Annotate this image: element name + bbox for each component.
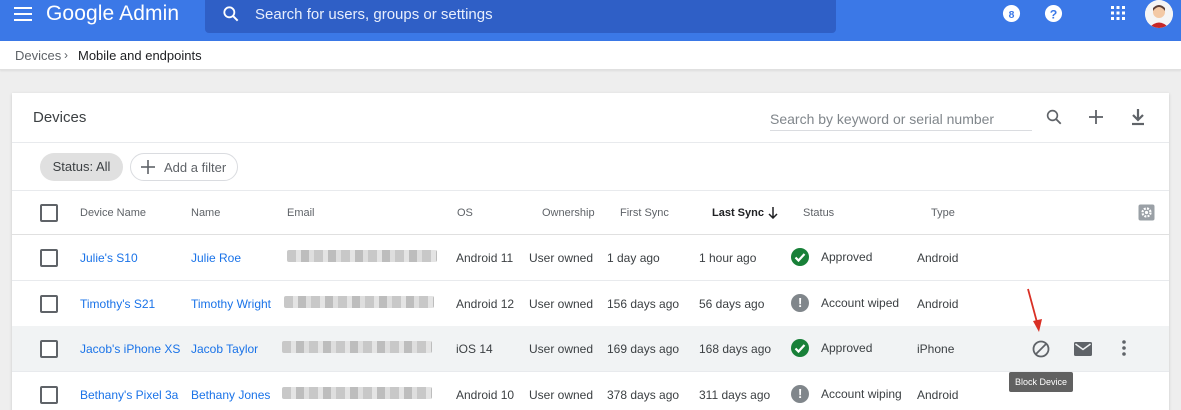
table-row[interactable]: Julie's S10 Julie Roe Android 11 User ow…: [12, 235, 1169, 281]
header-type[interactable]: Type: [931, 207, 955, 219]
breadcrumb-devices-link[interactable]: Devices: [15, 48, 61, 63]
table-header: Device Name Name Email OS Ownership Firs…: [12, 190, 1169, 235]
last-sync-cell: 311 days ago: [699, 388, 771, 402]
warning-circle-icon: [791, 294, 809, 312]
last-sync-cell: 1 hour ago: [699, 251, 757, 265]
ownership-cell: User owned: [529, 297, 594, 311]
device-name-link[interactable]: Julie's S10: [80, 251, 138, 265]
header-name[interactable]: Name: [191, 207, 220, 219]
download-icon[interactable]: [1130, 108, 1146, 126]
last-sync-cell: 168 days ago: [699, 342, 772, 356]
breadcrumb: Devices › Mobile and endpoints: [0, 41, 1181, 70]
check-circle-icon: [791, 248, 809, 266]
os-cell: Android 11: [456, 251, 514, 265]
select-all-checkbox[interactable]: [40, 204, 58, 222]
svg-text:8: 8: [1009, 10, 1015, 21]
keyword-search-input[interactable]: Search by keyword or serial number: [770, 109, 1032, 131]
add-filter-label: Add a filter: [164, 160, 227, 175]
user-name-link[interactable]: Julie Roe: [191, 251, 241, 265]
first-sync-cell: 169 days ago: [607, 342, 680, 356]
type-cell: Android: [917, 388, 959, 402]
search-icon[interactable]: [1045, 108, 1063, 126]
top-app-bar: Google Admin Search for users, groups or…: [0, 0, 1181, 41]
ownership-cell: User owned: [529, 342, 594, 356]
last-sync-cell: 56 days ago: [699, 297, 765, 311]
keyword-search-placeholder: Search by keyword or serial number: [770, 111, 995, 127]
devices-card: Devices Search by keyword or serial numb…: [12, 93, 1169, 410]
header-email[interactable]: Email: [287, 207, 315, 219]
ownership-cell: User owned: [529, 388, 594, 402]
email-icon[interactable]: [1074, 342, 1092, 356]
device-name-link[interactable]: Timothy's S21: [80, 297, 155, 311]
global-search-input[interactable]: Search for users, groups or settings: [205, 0, 836, 33]
first-sync-cell: 1 day ago: [607, 251, 660, 265]
menu-icon[interactable]: [14, 7, 32, 21]
type-cell: Android: [917, 251, 959, 265]
breadcrumb-current: Mobile and endpoints: [78, 48, 202, 63]
block-icon[interactable]: [1032, 340, 1050, 358]
search-icon: [223, 6, 239, 22]
table-row[interactable]: Bethany's Pixel 3a Bethany Jones Android…: [12, 372, 1169, 410]
header-first-sync[interactable]: First Sync: [620, 207, 669, 219]
os-cell: iOS 14: [456, 342, 493, 356]
check-circle-icon: [791, 339, 809, 357]
chevron-right-icon: ›: [64, 48, 68, 62]
avatar-image: [1145, 0, 1173, 28]
email-redacted: [282, 341, 432, 353]
header-os[interactable]: OS: [457, 207, 473, 219]
email-redacted: [282, 387, 432, 399]
user-name-link[interactable]: Bethany Jones: [191, 388, 270, 402]
search-placeholder: Search for users, groups or settings: [255, 6, 493, 23]
row-checkbox[interactable]: [40, 249, 58, 267]
os-cell: Android 10: [456, 388, 515, 402]
warning-circle-icon: [791, 385, 809, 403]
apps-grid-icon[interactable]: [1111, 6, 1125, 20]
device-name-link[interactable]: Bethany's Pixel 3a: [80, 388, 178, 402]
row-checkbox[interactable]: [40, 340, 58, 358]
block-device-tooltip: Block Device: [1009, 372, 1073, 392]
status-cell: Approved: [821, 250, 873, 264]
user-name-link[interactable]: Timothy Wright: [191, 297, 271, 311]
os-cell: Android 12: [456, 297, 515, 311]
email-redacted: [287, 250, 437, 262]
table-row[interactable]: Timothy's S21 Timothy Wright Android 12 …: [12, 281, 1169, 327]
table-row[interactable]: Jacob's iPhone XS Jacob Taylor iOS 14 Us…: [12, 326, 1169, 372]
more-vert-icon[interactable]: [1122, 340, 1126, 356]
app-title[interactable]: Google Admin: [46, 2, 179, 26]
help-badge-icon[interactable]: 8: [1002, 4, 1021, 23]
type-cell: Android: [917, 297, 959, 311]
row-checkbox[interactable]: [40, 295, 58, 313]
status-cell: Account wiping: [821, 387, 902, 401]
status-cell: Account wiped: [821, 296, 900, 310]
column-settings-icon[interactable]: [1138, 204, 1155, 221]
status-cell: Approved: [821, 341, 873, 355]
device-name-link[interactable]: Jacob's iPhone XS: [80, 342, 180, 356]
user-name-link[interactable]: Jacob Taylor: [191, 342, 258, 356]
first-sync-cell: 378 days ago: [607, 388, 680, 402]
row-checkbox[interactable]: [40, 386, 58, 404]
status-filter-chip[interactable]: Status: All: [40, 153, 123, 181]
divider: [12, 142, 1169, 143]
email-redacted: [284, 296, 434, 308]
first-sync-cell: 156 days ago: [607, 297, 680, 311]
ownership-cell: User owned: [529, 251, 594, 265]
header-ownership[interactable]: Ownership: [542, 207, 595, 219]
add-filter-button[interactable]: Add a filter: [130, 153, 238, 181]
arrow-down-icon[interactable]: [768, 207, 778, 219]
header-status[interactable]: Status: [803, 207, 834, 219]
help-icon[interactable]: ?: [1044, 4, 1063, 23]
svg-text:?: ?: [1050, 7, 1058, 21]
avatar[interactable]: [1145, 0, 1173, 28]
card-title: Devices: [33, 109, 87, 126]
add-icon[interactable]: [1088, 109, 1104, 125]
type-cell: iPhone: [917, 342, 955, 356]
header-device-name[interactable]: Device Name: [80, 207, 146, 219]
header-last-sync[interactable]: Last Sync: [712, 207, 764, 219]
plus-icon: [141, 160, 155, 174]
